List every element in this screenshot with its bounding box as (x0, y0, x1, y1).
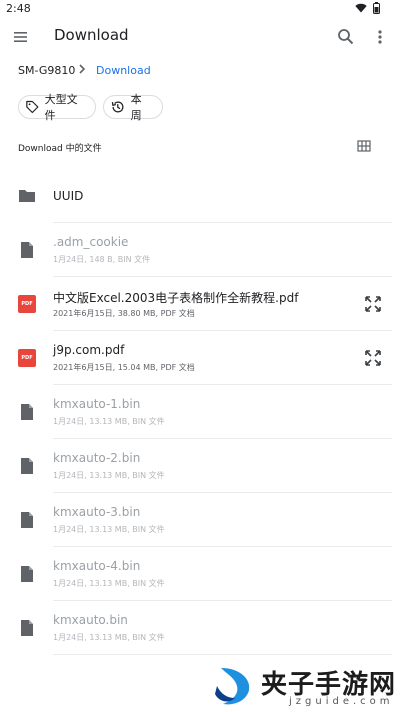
list-item-file[interactable]: kmxauto-1.bin 1月24日, 13.13 MB, BIN 文件 (0, 385, 400, 439)
file-meta: 2021年6月15日, 15.04 MB, PDF 文档 (53, 363, 195, 372)
breadcrumb-root[interactable]: SM-G9810 (18, 64, 75, 77)
expand-icon (365, 350, 381, 366)
chip-label: 大型文件 (44, 93, 78, 122)
breadcrumb-current[interactable]: Download (96, 64, 151, 77)
file-icon (21, 242, 33, 258)
list-item-folder[interactable]: UUID (0, 169, 400, 223)
breadcrumb: SM-G9810 Download (0, 60, 400, 82)
chevron-right-icon (79, 64, 86, 74)
battery-icon (373, 2, 380, 14)
pdf-icon: PDF (18, 295, 36, 313)
hamburger-menu-icon (14, 32, 27, 42)
file-meta: 1月24日, 13.13 MB, BIN 文件 (53, 471, 165, 480)
file-meta: 1月24日, 13.13 MB, BIN 文件 (53, 525, 165, 534)
status-bar: 2:48 (0, 0, 400, 18)
list-item-file[interactable]: kmxauto.bin 1月24日, 13.13 MB, BIN 文件 (0, 601, 400, 655)
tag-icon (26, 100, 39, 114)
wifi-icon (355, 3, 367, 13)
expand-icon (365, 296, 381, 312)
pdf-icon: PDF (18, 349, 36, 367)
divider (53, 654, 392, 655)
preview-button[interactable] (364, 295, 382, 313)
file-name: kmxauto-1.bin (53, 397, 141, 411)
file-name: UUID (53, 189, 84, 203)
file-icon (21, 566, 33, 582)
folder-icon (19, 190, 35, 202)
preview-button[interactable] (364, 349, 382, 367)
watermark-text-en: jzguide.com (289, 696, 394, 707)
file-meta: 1月24日, 13.13 MB, BIN 文件 (53, 579, 165, 588)
file-name: 中文版Excel.2003电子表格制作全新教程.pdf (53, 291, 299, 305)
file-icon (21, 458, 33, 474)
grid-view-button[interactable] (356, 138, 372, 154)
file-name: j9p.com.pdf (53, 343, 125, 357)
file-name: kmxauto-3.bin (53, 505, 141, 519)
list-item-pdf[interactable]: PDF 中文版Excel.2003电子表格制作全新教程.pdf 2021年6月1… (0, 277, 400, 331)
status-time: 2:48 (6, 2, 31, 15)
file-meta: 1月24日, 13.13 MB, BIN 文件 (53, 417, 165, 426)
file-icon (21, 404, 33, 420)
file-meta: 1月24日, 148 B, BIN 文件 (53, 255, 151, 264)
search-button[interactable] (334, 25, 358, 49)
grid-view-icon (357, 140, 371, 152)
watermark: 夹子手游网 jzguide.com (205, 660, 400, 712)
page-title: Download (54, 26, 129, 44)
section-label: Download 中的文件 (18, 144, 102, 154)
history-icon (111, 101, 124, 113)
file-icon (21, 620, 33, 636)
file-meta: 1月24日, 13.13 MB, BIN 文件 (53, 633, 165, 642)
file-name: kmxauto-4.bin (53, 559, 141, 573)
file-name: kmxauto.bin (53, 613, 128, 627)
file-name: kmxauto-2.bin (53, 451, 141, 465)
list-item-file[interactable]: kmxauto-4.bin 1月24日, 13.13 MB, BIN 文件 (0, 547, 400, 601)
search-icon (338, 29, 354, 45)
app-bar: Download (0, 18, 400, 56)
list-item-pdf[interactable]: PDF j9p.com.pdf 2021年6月15日, 15.04 MB, PD… (0, 331, 400, 385)
list-item-file[interactable]: .adm_cookie 1月24日, 148 B, BIN 文件 (0, 223, 400, 277)
more-vert-icon (378, 30, 382, 44)
list-item-file[interactable]: kmxauto-3.bin 1月24日, 13.13 MB, BIN 文件 (0, 493, 400, 547)
menu-button[interactable] (10, 26, 32, 48)
chip-this-week[interactable]: 本周 (103, 93, 163, 122)
more-options-button[interactable] (370, 25, 390, 49)
file-name: .adm_cookie (53, 235, 129, 249)
chip-label: 本周 (130, 93, 142, 122)
status-icons (355, 2, 380, 14)
list-item-file[interactable]: kmxauto-2.bin 1月24日, 13.13 MB, BIN 文件 (0, 439, 400, 493)
file-meta: 2021年6月15日, 38.80 MB, PDF 文档 (53, 309, 195, 318)
chip-large-files[interactable]: 大型文件 (18, 93, 96, 122)
file-icon (21, 512, 33, 528)
watermark-logo (215, 668, 250, 705)
